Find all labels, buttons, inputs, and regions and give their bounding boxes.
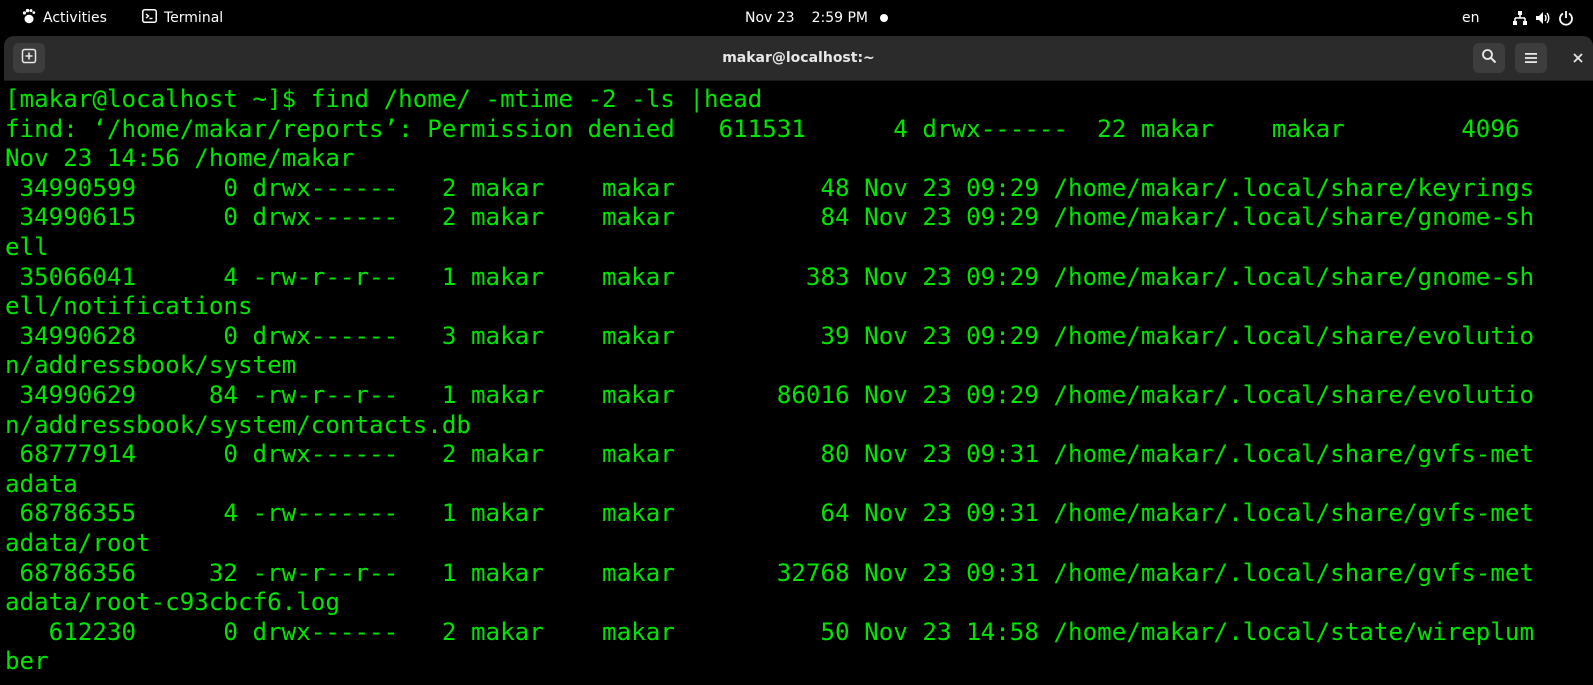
terminal-line: 68786355 4 -rw------- 1 makar makar 64 N… — [5, 499, 1535, 528]
notification-dot-icon — [880, 14, 888, 22]
volume-icon — [1535, 10, 1551, 26]
terminal-line: n/addressbook/system/contacts.db — [5, 410, 471, 439]
window-headerbar[interactable]: makar@localhost:~ — [4, 36, 1593, 81]
terminal-line: adata — [5, 469, 78, 498]
activities-label: Activities — [43, 10, 107, 26]
terminal-line: adata/root — [5, 528, 151, 557]
system-status-menu[interactable] — [1512, 0, 1574, 36]
menu-button[interactable] — [1515, 43, 1547, 73]
terminal-line: 34990628 0 drwx------ 3 makar makar 39 N… — [5, 321, 1535, 350]
power-icon — [1558, 10, 1574, 26]
terminal-line: ber — [5, 647, 49, 676]
terminal-line: find: ‘/home/makar/reports’: Permission … — [5, 114, 1535, 143]
terminal-line: n/addressbook/system — [5, 351, 297, 380]
keyboard-layout-label: en — [1462, 10, 1480, 26]
top-bar: Activities Terminal Nov 23 2:59 PM en — [0, 0, 1593, 36]
clock-button[interactable]: Nov 23 2:59 PM — [745, 0, 868, 36]
terminal-line: 34990629 84 -rw-r--r-- 1 makar makar 860… — [5, 380, 1535, 409]
terminal-line: 68777914 0 drwx------ 2 makar makar 80 N… — [5, 440, 1535, 469]
terminal-line: 612230 0 drwx------ 2 makar makar 50 Nov… — [5, 617, 1535, 646]
window-title: makar@localhost:~ — [722, 50, 875, 66]
gnome-foot-icon — [22, 8, 36, 28]
terminal-line: ell — [5, 232, 49, 261]
network-icon — [1512, 10, 1528, 26]
terminal-icon — [142, 9, 157, 27]
terminal-line: [makar@localhost ~]$ find /home/ -mtime … — [5, 85, 763, 113]
close-button[interactable] — [1564, 43, 1592, 73]
search-button[interactable] — [1473, 43, 1505, 73]
terminal-line: 34990615 0 drwx------ 2 makar makar 84 N… — [5, 203, 1535, 232]
search-icon — [1481, 48, 1497, 68]
terminal-line: 68786356 32 -rw-r--r-- 1 makar makar 327… — [5, 558, 1535, 587]
terminal-line: 34990599 0 drwx------ 2 makar makar 48 N… — [5, 173, 1535, 202]
clock-date: Nov 23 — [745, 10, 795, 26]
terminal-line: Nov 23 14:56 /home/makar — [5, 144, 355, 173]
clock-time: 2:59 PM — [811, 10, 869, 26]
app-name: Terminal — [164, 10, 224, 26]
terminal-output[interactable]: [makar@localhost ~]$ find /home/ -mtime … — [5, 81, 1590, 685]
app-menu[interactable]: Terminal — [142, 0, 223, 36]
terminal-line: adata/root-c93cbcf6.log — [5, 588, 340, 617]
hamburger-menu-icon — [1524, 49, 1538, 68]
terminal-window: makar@localhost:~ [makar@localhost ~]$ f… — [4, 36, 1593, 685]
terminal-line: ell/notifications — [5, 292, 253, 321]
terminal-text: [makar@localhost ~]$ find /home/ -mtime … — [5, 81, 1590, 677]
close-icon — [1572, 49, 1584, 68]
activities-button[interactable]: Activities — [22, 0, 107, 36]
terminal-line: 35066041 4 -rw-r--r-- 1 makar makar 383 … — [5, 262, 1535, 291]
keyboard-layout-indicator[interactable]: en — [1462, 0, 1480, 36]
